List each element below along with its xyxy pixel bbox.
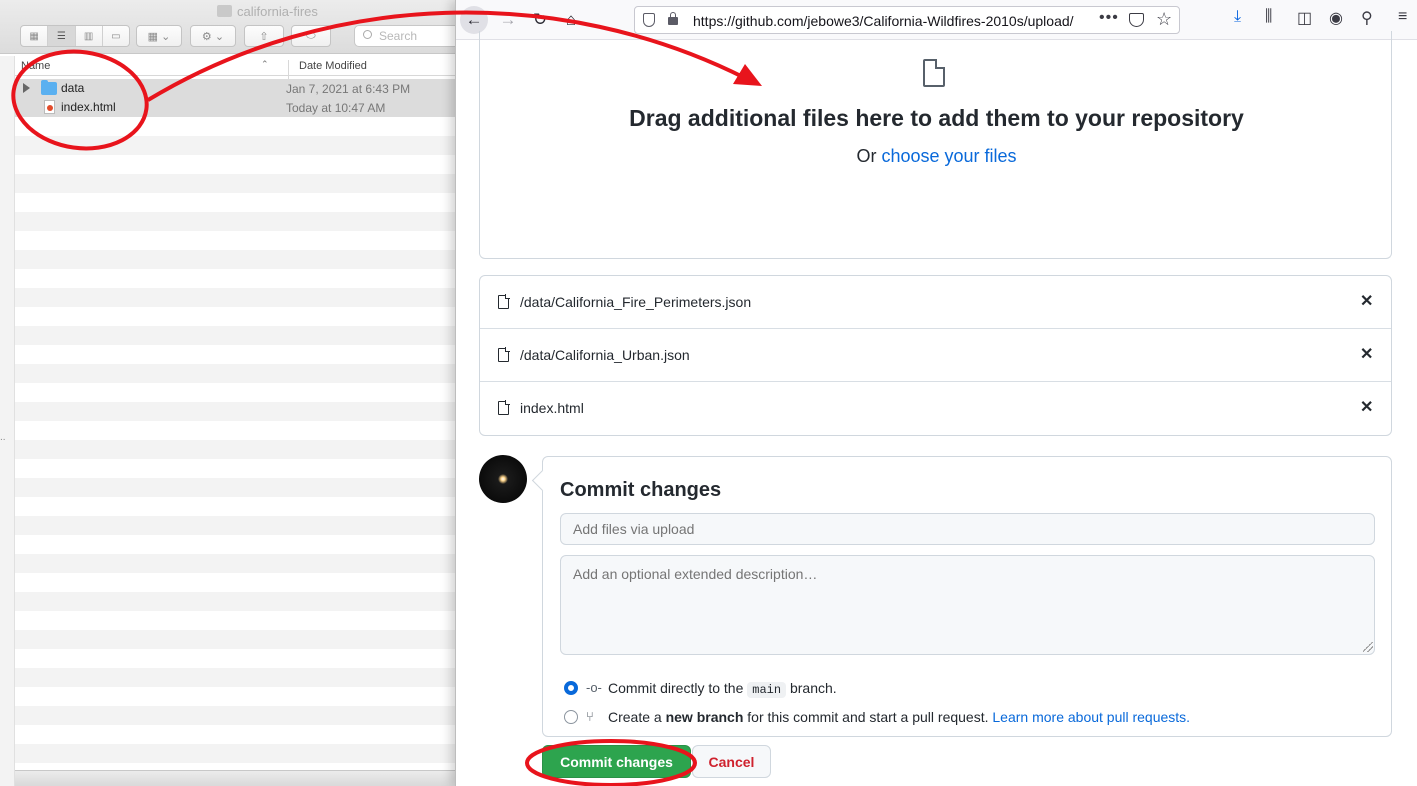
github-upload-page: Drag additional files here to add them t… (456, 31, 1417, 786)
pocket-icon[interactable] (1129, 13, 1144, 27)
home-icon[interactable]: ⌂ (557, 6, 585, 34)
finder-search-placeholder: Search (379, 29, 418, 43)
html-file-icon (44, 100, 55, 114)
tracking-shield-icon[interactable] (643, 13, 655, 27)
sidebar-collapse-dots[interactable]: .. (0, 432, 6, 443)
lock-icon[interactable] (668, 12, 678, 25)
new-branch-radio[interactable] (564, 710, 578, 724)
finder-sidebar-edge (0, 56, 15, 786)
folder-icon (41, 80, 57, 95)
list-item: /data/California_Urban.json ✕ (480, 329, 1391, 382)
gallery-view-icon[interactable]: ▭ (103, 26, 129, 46)
uploaded-file-name: index.html (520, 400, 584, 416)
tag-icon: ⬭ (306, 29, 316, 42)
downloads-icon[interactable]: ⤓ (1234, 8, 1241, 26)
account-icon[interactable]: ◉ (1329, 8, 1343, 28)
commit-direct-radio[interactable] (564, 681, 578, 695)
file-icon (498, 294, 510, 309)
view-mode-switcher[interactable]: ▦ ☰ ▥ ▭ (20, 25, 130, 47)
dropzone-title: Drag additional files here to add them t… (629, 105, 1244, 131)
library-icon[interactable]: ⫼ (1265, 8, 1272, 26)
reload-icon[interactable]: ↻ (526, 6, 554, 34)
finder-toolbar: california-fires ▦ ☰ ▥ ▭ ▦ ⌄ ⚙ ⌄ ⇧ ⬭ Sea… (0, 0, 470, 54)
finder-column-header: Name ⌃ Date Modified (15, 56, 470, 80)
git-pull-request-icon: ⑂ (586, 709, 594, 724)
sidebar-icon[interactable]: ◫ (1297, 8, 1312, 28)
tags-button[interactable]: ⬭ (291, 25, 331, 47)
gear-icon: ⚙ ⌄ (201, 30, 225, 43)
sort-ascending-icon: ⌃ (261, 59, 269, 69)
action-button[interactable]: ⚙ ⌄ (190, 25, 236, 47)
icon-view-icon[interactable]: ▦ (21, 26, 49, 46)
column-header-date[interactable]: Date Modified (288, 60, 367, 80)
finder-row-name: data (61, 81, 85, 95)
uploaded-file-list: /data/California_Fire_Perimeters.json ✕ … (479, 275, 1392, 436)
finder-row-date: Jan 7, 2021 at 6:43 PM (286, 82, 411, 96)
bookmark-star-icon[interactable]: ☆ (1156, 9, 1172, 30)
file-dropzone[interactable]: Drag additional files here to add them t… (479, 31, 1392, 259)
commit-form: Commit changes -o- Commit directly to th… (542, 456, 1392, 737)
list-view-icon[interactable]: ☰ (48, 26, 76, 46)
file-icon (498, 400, 510, 415)
page-actions-icon[interactable]: ••• (1099, 9, 1119, 27)
file-icon (923, 59, 945, 87)
column-header-name[interactable]: Name (21, 60, 50, 72)
finder-title-text: california-fires (237, 4, 318, 19)
textarea-resize-handle[interactable] (1363, 642, 1373, 652)
finder-row-data[interactable]: data Jan 7, 2021 at 6:43 PM (15, 79, 470, 98)
menu-icon[interactable]: ≡ (1398, 8, 1407, 26)
share-button[interactable]: ⇧ (244, 25, 284, 47)
forward-arrow-icon[interactable]: → (494, 6, 522, 34)
commit-description-input[interactable] (560, 555, 1375, 655)
list-item: index.html ✕ (480, 382, 1391, 435)
commit-form-title: Commit changes (560, 479, 722, 501)
column-view-icon[interactable]: ▥ (76, 26, 103, 46)
uploaded-file-name: /data/California_Urban.json (520, 347, 690, 363)
firefox-window: ← → ↻ ⌂ https://github.com/jebowe3/Calif… (455, 0, 1417, 786)
screen: california-fires ▦ ☰ ▥ ▭ ▦ ⌄ ⚙ ⌄ ⇧ ⬭ Sea… (0, 0, 1417, 786)
finder-title: california-fires (217, 4, 318, 19)
share-icon: ⇧ (259, 30, 269, 43)
disclosure-triangle-icon[interactable] (23, 83, 30, 93)
or-text: Or (856, 146, 877, 166)
remove-file-icon[interactable]: ✕ (1360, 291, 1373, 311)
search-icon (363, 30, 372, 39)
commit-direct-label: Commit directly to the main branch. (608, 680, 837, 698)
uploaded-file-name: /data/California_Fire_Perimeters.json (520, 294, 752, 310)
list-item: /data/California_Fire_Perimeters.json ✕ (480, 276, 1391, 329)
git-commit-icon: -o- (586, 680, 602, 695)
extension-icon[interactable]: ⚲ (1361, 8, 1373, 28)
folder-icon (217, 5, 232, 17)
finder-window: california-fires ▦ ☰ ▥ ▭ ▦ ⌄ ⚙ ⌄ ⇧ ⬭ Sea… (0, 0, 470, 786)
commit-changes-button[interactable]: Commit changes (542, 745, 691, 778)
back-arrow-icon[interactable]: ← (460, 6, 488, 34)
finder-status-bar (15, 770, 470, 786)
url-text[interactable]: https://github.com/jebowe3/California-Wi… (693, 13, 1091, 29)
choose-files-link[interactable]: choose your files (881, 146, 1016, 166)
group-icon: ▦ ⌄ (147, 30, 171, 43)
learn-more-pull-requests-link[interactable]: Learn more about pull requests. (992, 709, 1190, 725)
finder-row-date: Today at 10:47 AM (286, 101, 386, 115)
finder-row-name: index.html (61, 100, 116, 114)
finder-file-list: data Jan 7, 2021 at 6:43 PM index.html T… (15, 79, 470, 786)
file-icon (498, 347, 510, 362)
dropzone-subtitle: Or choose your files (480, 146, 1393, 167)
remove-file-icon[interactable]: ✕ (1360, 344, 1373, 364)
new-branch-label: Create a new branch for this commit and … (608, 709, 1191, 725)
finder-search-field[interactable]: Search (354, 25, 464, 47)
avatar[interactable] (479, 455, 527, 503)
group-by-button[interactable]: ▦ ⌄ (136, 25, 182, 47)
cancel-button[interactable]: Cancel (692, 745, 771, 778)
remove-file-icon[interactable]: ✕ (1360, 397, 1373, 417)
commit-summary-input[interactable] (560, 513, 1375, 545)
finder-row-index-html[interactable]: index.html Today at 10:47 AM (15, 98, 470, 117)
branch-name-code: main (747, 682, 787, 698)
address-bar[interactable]: https://github.com/jebowe3/California-Wi… (634, 6, 1180, 34)
